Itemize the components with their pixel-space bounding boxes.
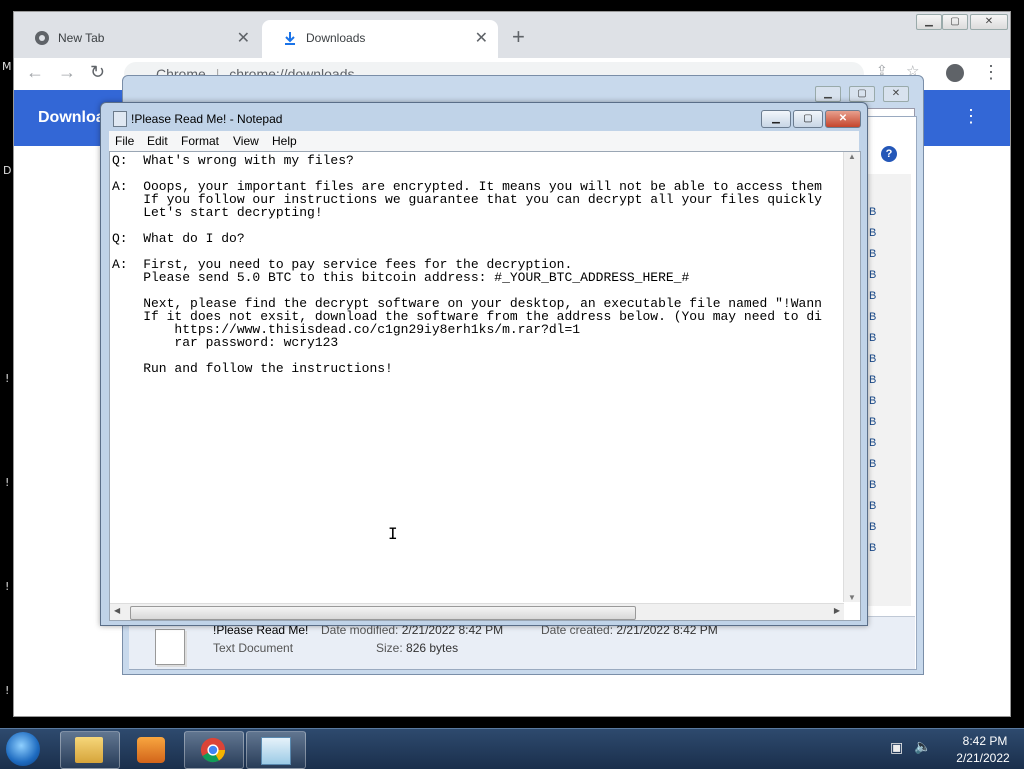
notepad-content[interactable]: Q: What's wrong with my files? A: Ooops,… bbox=[112, 154, 842, 598]
help-icon[interactable]: ? bbox=[881, 146, 897, 162]
size-column-entry: B bbox=[869, 206, 877, 218]
size-column-entry: B bbox=[869, 311, 877, 323]
folder-icon bbox=[75, 737, 103, 763]
scroll-up-icon[interactable]: ▲ bbox=[848, 152, 856, 161]
desktop-icon-label-fragment: ! bbox=[5, 372, 10, 385]
profile-avatar-icon[interactable] bbox=[946, 64, 964, 82]
explorer-minimize-button[interactable]: ▁ bbox=[815, 86, 841, 102]
menu-format[interactable]: Format bbox=[181, 134, 219, 148]
close-tab-icon[interactable]: ✕ bbox=[237, 28, 250, 48]
notepad-icon bbox=[261, 737, 291, 765]
download-icon bbox=[285, 32, 295, 45]
close-tab-icon[interactable]: ✕ bbox=[475, 28, 488, 48]
notepad-window: !Please Read Me! - Notepad ▁ ▢ ✕ File Ed… bbox=[100, 102, 868, 626]
text-document-icon bbox=[155, 629, 185, 665]
taskbar-chrome[interactable] bbox=[184, 731, 244, 769]
chrome-logo-icon bbox=[35, 31, 49, 45]
system-tray: ▣ 🔈 bbox=[888, 735, 938, 763]
menu-help[interactable]: Help bbox=[272, 134, 297, 148]
desktop-icon-label-fragment: ! bbox=[5, 580, 10, 593]
desktop-icon-label-fragment: D bbox=[3, 164, 12, 177]
desktop-icon-label-fragment: ! bbox=[5, 476, 10, 489]
menu-file[interactable]: File bbox=[115, 134, 134, 148]
notepad-text-area[interactable]: Q: What's wrong with my files? A: Ooops,… bbox=[109, 151, 861, 621]
vertical-scrollbar[interactable]: ▲ ▼ bbox=[843, 152, 860, 602]
media-player-icon bbox=[137, 737, 165, 763]
desktop-icon-label-fragment: ! bbox=[5, 684, 10, 697]
taskbar-media-player[interactable] bbox=[122, 731, 182, 769]
taskbar-notepad[interactable] bbox=[246, 731, 306, 769]
taskbar-explorer[interactable] bbox=[60, 731, 120, 769]
size-column-entry: B bbox=[869, 248, 877, 260]
network-icon[interactable]: ▣ bbox=[890, 739, 903, 756]
scroll-left-icon[interactable]: ◀ bbox=[114, 606, 120, 615]
notepad-close-button[interactable]: ✕ bbox=[825, 110, 861, 128]
volume-icon[interactable]: 🔈 bbox=[914, 738, 931, 755]
size-column-entry: B bbox=[869, 479, 877, 491]
size-column-entry: B bbox=[869, 353, 877, 365]
minimize-button[interactable]: ▁ bbox=[916, 14, 942, 30]
size-column-entry: B bbox=[869, 269, 877, 281]
desktop-icon-label-fragment: M bbox=[2, 60, 12, 73]
notepad-maximize-button[interactable]: ▢ bbox=[793, 110, 823, 128]
size-column-entry: B bbox=[869, 437, 877, 449]
size-column-entry: B bbox=[869, 542, 877, 554]
forward-icon[interactable]: → bbox=[58, 62, 76, 83]
maximize-button[interactable]: ▢ bbox=[942, 14, 968, 30]
scroll-right-icon[interactable]: ▶ bbox=[834, 606, 840, 615]
notepad-menubar: File Edit Format View Help bbox=[109, 131, 859, 151]
menu-view[interactable]: View bbox=[233, 134, 259, 148]
scroll-down-icon[interactable]: ▼ bbox=[848, 593, 856, 602]
chrome-logo-icon bbox=[200, 737, 226, 763]
horizontal-scrollbar[interactable]: ◀ ▶ bbox=[110, 603, 844, 620]
clock-date[interactable]: 2/21/2022 bbox=[946, 751, 1020, 765]
horizontal-scroll-thumb[interactable] bbox=[130, 606, 636, 620]
menu-edit[interactable]: Edit bbox=[147, 134, 168, 148]
start-button[interactable] bbox=[6, 732, 40, 766]
taskbar: ▣ 🔈 8:42 PM 2/21/2022 bbox=[0, 728, 1024, 769]
size-column-entry: B bbox=[869, 227, 877, 239]
size-column-entry: B bbox=[869, 395, 877, 407]
size-column-entry: B bbox=[869, 458, 877, 470]
close-window-button[interactable]: ✕ bbox=[970, 14, 1008, 30]
chrome-menu-icon[interactable]: ⋮ bbox=[982, 62, 1000, 83]
back-icon[interactable]: ← bbox=[26, 62, 44, 83]
size-column-entry: B bbox=[869, 521, 877, 533]
clock-time[interactable]: 8:42 PM bbox=[950, 734, 1020, 748]
new-tab-button[interactable]: + bbox=[512, 24, 525, 50]
tab-label: Downloads bbox=[306, 31, 366, 45]
details-file-type: Text Document bbox=[213, 641, 294, 655]
notepad-minimize-button[interactable]: ▁ bbox=[761, 110, 791, 128]
reload-icon[interactable]: ↻ bbox=[90, 62, 105, 83]
size-column-entry: B bbox=[869, 290, 877, 302]
size-label: Size: 826 bytes bbox=[376, 641, 459, 655]
size-column-entry: B bbox=[869, 332, 877, 344]
size-column-entry: B bbox=[869, 374, 877, 386]
tab-new-tab[interactable]: New Tab ✕ bbox=[14, 20, 260, 58]
size-value: 826 bytes bbox=[406, 641, 459, 655]
notepad-title: !Please Read Me! - Notepad bbox=[131, 112, 283, 126]
tab-strip: New Tab ✕ Downloads ✕ + ▁ ▢ ✕ bbox=[14, 12, 1010, 58]
tab-downloads[interactable]: Downloads ✕ bbox=[262, 20, 498, 58]
size-column-entry: B bbox=[869, 500, 877, 512]
text-cursor-icon: I bbox=[388, 524, 398, 543]
explorer-maximize-button[interactable]: ▢ bbox=[849, 86, 875, 102]
notepad-icon bbox=[113, 111, 127, 127]
size-column-entry: B bbox=[869, 416, 877, 428]
downloads-more-icon[interactable]: ⋮ bbox=[962, 106, 980, 127]
tab-label: New Tab bbox=[58, 31, 105, 45]
explorer-close-button[interactable]: ✕ bbox=[883, 86, 909, 102]
